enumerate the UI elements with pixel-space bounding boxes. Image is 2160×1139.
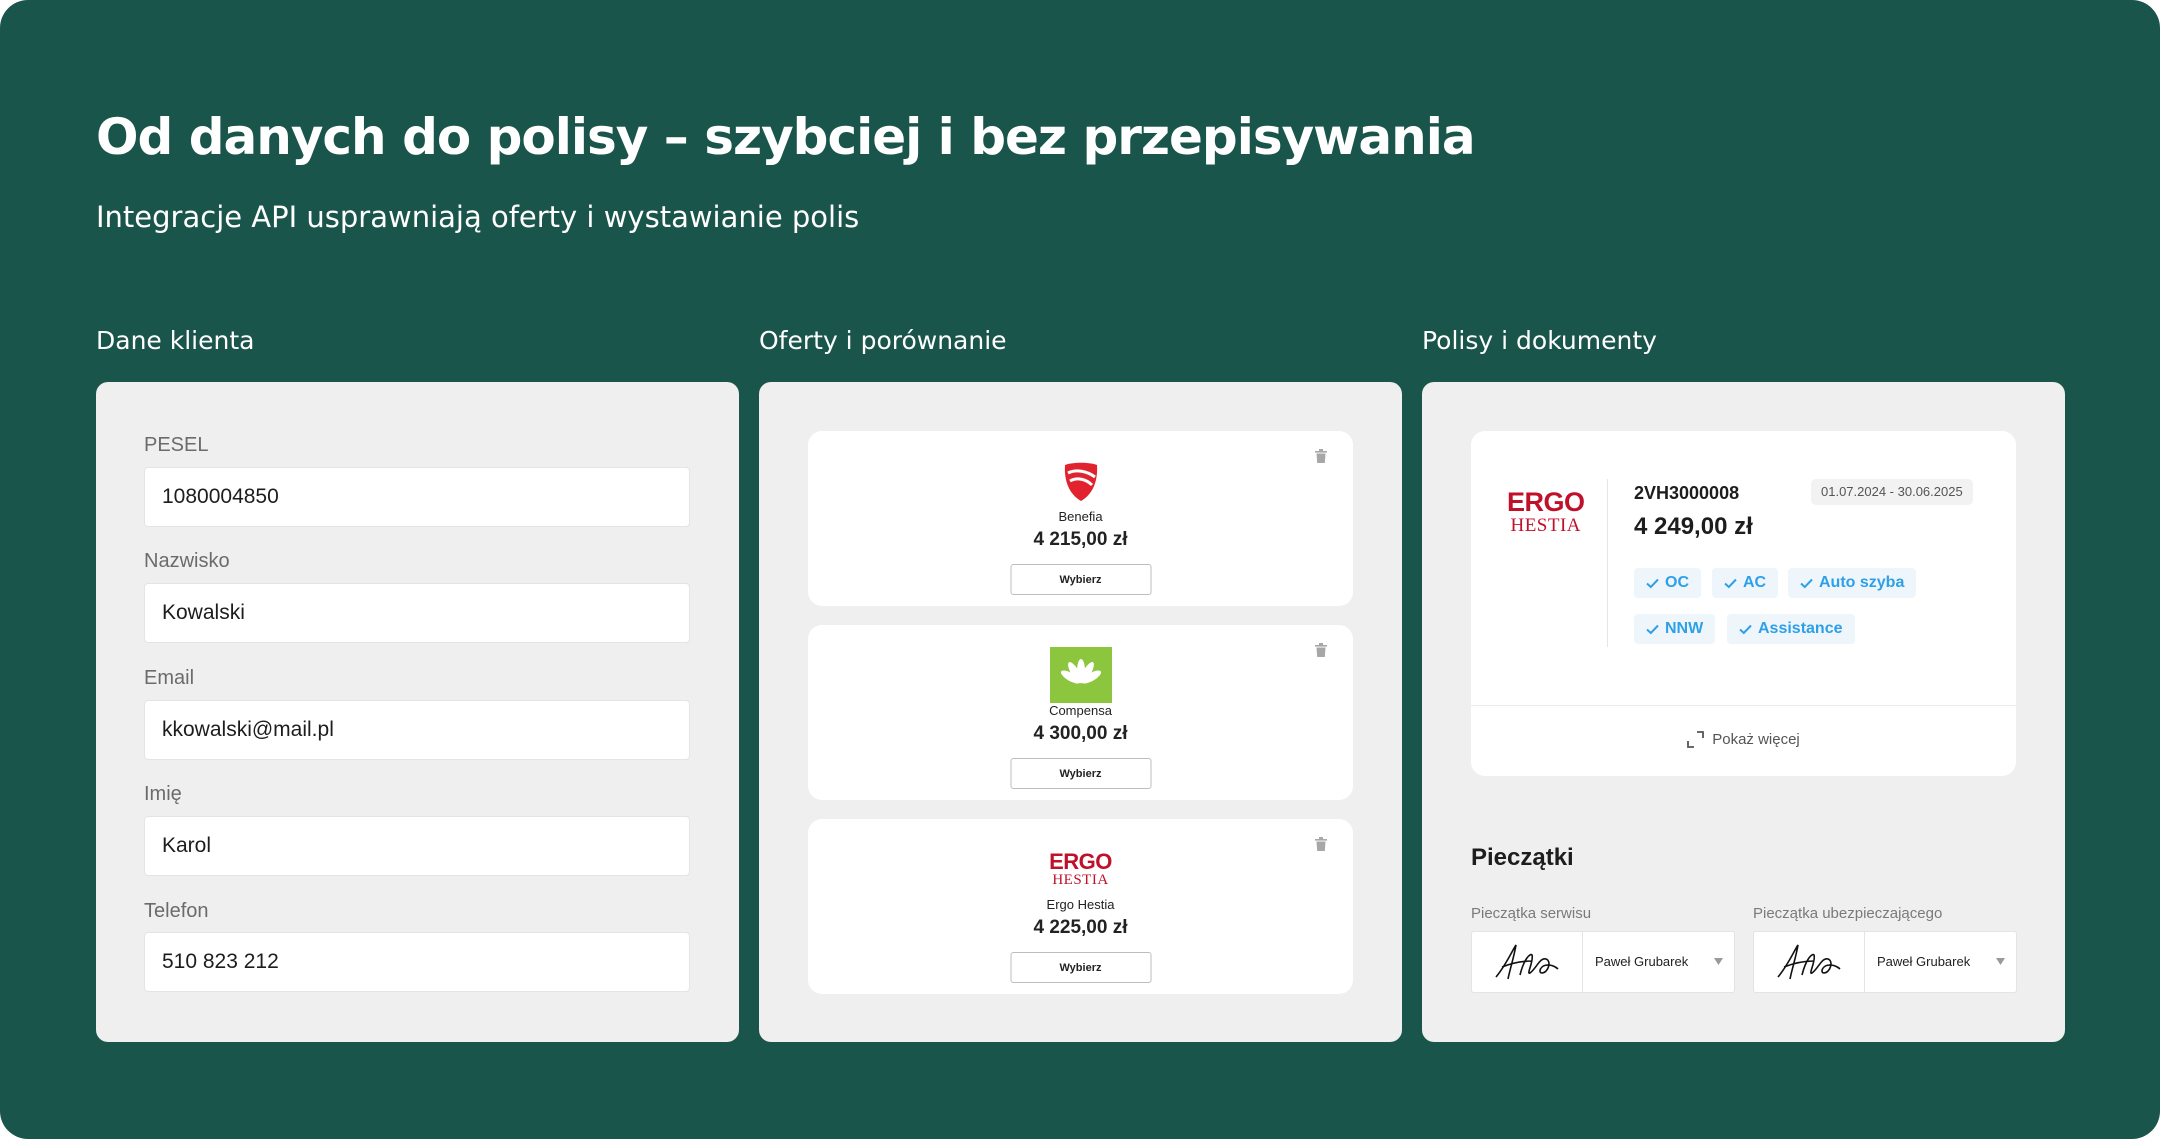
signature-image xyxy=(1472,932,1583,992)
offer-price: 4 300,00 zł xyxy=(1033,723,1128,744)
offer-insurer-name: Benefia xyxy=(1058,509,1103,524)
check-icon xyxy=(1646,578,1659,588)
select-offer-button[interactable]: Wybierz xyxy=(1010,564,1151,595)
check-icon xyxy=(1646,624,1659,634)
pesel-field[interactable]: 1080004850 xyxy=(144,467,690,527)
stamps-title: Pieczątki xyxy=(1471,844,1574,871)
surname-label: Nazwisko xyxy=(144,550,230,572)
offer-insurer-name: Compensa xyxy=(1049,703,1112,718)
phone-field[interactable]: 510 823 212 xyxy=(144,932,690,992)
show-more-button[interactable]: Pokaż więcej xyxy=(1471,731,2016,748)
offer-card-ergo-hestia: ERGO HESTIA Ergo Hestia 4 225,00 zł Wybi… xyxy=(808,819,1353,994)
divider xyxy=(1471,705,2016,706)
offer-card-benefia: Benefia 4 215,00 zł Wybierz xyxy=(808,431,1353,606)
offer-price: 4 225,00 zł xyxy=(1033,917,1128,938)
compensa-logo-icon xyxy=(1049,647,1112,703)
coverage-badge-ac: AC xyxy=(1712,568,1779,598)
trash-icon[interactable] xyxy=(1315,449,1327,463)
offer-card-compensa: Compensa 4 300,00 zł Wybierz xyxy=(808,625,1353,800)
expand-icon xyxy=(1687,731,1705,748)
phone-label: Telefon xyxy=(144,900,209,922)
first-name-field[interactable]: Karol xyxy=(144,816,690,876)
chevron-down-icon xyxy=(1714,958,1723,965)
divider xyxy=(1607,479,1608,647)
check-icon xyxy=(1800,578,1813,588)
email-field[interactable]: kkowalski@mail.pl xyxy=(144,700,690,760)
section-label-client: Dane klienta xyxy=(96,326,255,355)
insurer-stamp-select[interactable]: Paweł Grubarek xyxy=(1753,931,2017,993)
insurer-stamp-label: Pieczątka ubezpieczającego xyxy=(1753,905,1943,922)
offer-price: 4 215,00 zł xyxy=(1033,529,1128,550)
select-offer-button[interactable]: Wybierz xyxy=(1010,952,1151,983)
service-stamp-select[interactable]: Paweł Grubarek xyxy=(1471,931,1735,993)
coverage-badge-assistance: Assistance xyxy=(1727,614,1855,644)
policy-number: 2VH3000008 xyxy=(1634,483,1740,503)
show-more-label: Pokaż więcej xyxy=(1712,731,1800,748)
ergo-hestia-logo: ERGO HESTIA xyxy=(1507,487,1585,536)
page-title: Od danych do polisy – szybciej i bez prz… xyxy=(96,108,1476,166)
coverage-badge-auto-szyba: Auto szyba xyxy=(1788,568,1917,598)
policy-card: ERGO HESTIA 2VH3000008 01.07.2024 - 30.0… xyxy=(1471,431,2016,776)
ergo-hestia-logo: ERGO HESTIA xyxy=(1049,848,1112,888)
offers-panel: Benefia 4 215,00 zł Wybierz Compensa 4 3… xyxy=(759,382,1402,1042)
check-icon xyxy=(1724,578,1737,588)
pesel-label: PESEL xyxy=(144,434,209,456)
section-label-policies: Polisy i dokumenty xyxy=(1422,326,1657,355)
chevron-down-icon xyxy=(1996,958,2005,965)
service-stamp-label: Pieczątka serwisu xyxy=(1471,905,1592,922)
check-icon xyxy=(1739,624,1752,634)
coverage-badge-nnw: NNW xyxy=(1634,614,1716,644)
surname-field[interactable]: Kowalski xyxy=(144,583,690,643)
insurer-stamp-value: Paweł Grubarek xyxy=(1877,954,1971,969)
offer-insurer-name: Ergo Hestia xyxy=(1046,897,1115,912)
service-stamp-value: Paweł Grubarek xyxy=(1595,954,1689,969)
coverage-badge-oc: OC xyxy=(1634,568,1701,598)
policies-panel: ERGO HESTIA 2VH3000008 01.07.2024 - 30.0… xyxy=(1422,382,2065,1042)
section-label-offers: Oferty i porównanie xyxy=(759,326,1007,355)
first-name-label: Imię xyxy=(144,783,182,805)
benefia-shield-icon xyxy=(1050,453,1112,509)
signature-image xyxy=(1754,932,1865,992)
client-panel: PESEL 1080004850 Nazwisko Kowalski Email… xyxy=(96,382,739,1042)
policy-dates-badge: 01.07.2024 - 30.06.2025 xyxy=(1811,479,1973,505)
page-subtitle: Integracje API usprawniają oferty i wyst… xyxy=(96,200,860,234)
select-offer-button[interactable]: Wybierz xyxy=(1010,758,1151,789)
hero-banner: Od danych do polisy – szybciej i bez prz… xyxy=(0,0,2160,1139)
trash-icon[interactable] xyxy=(1315,837,1327,851)
policy-price: 4 249,00 zł xyxy=(1634,513,1753,540)
trash-icon[interactable] xyxy=(1315,643,1327,657)
email-label: Email xyxy=(144,667,195,689)
